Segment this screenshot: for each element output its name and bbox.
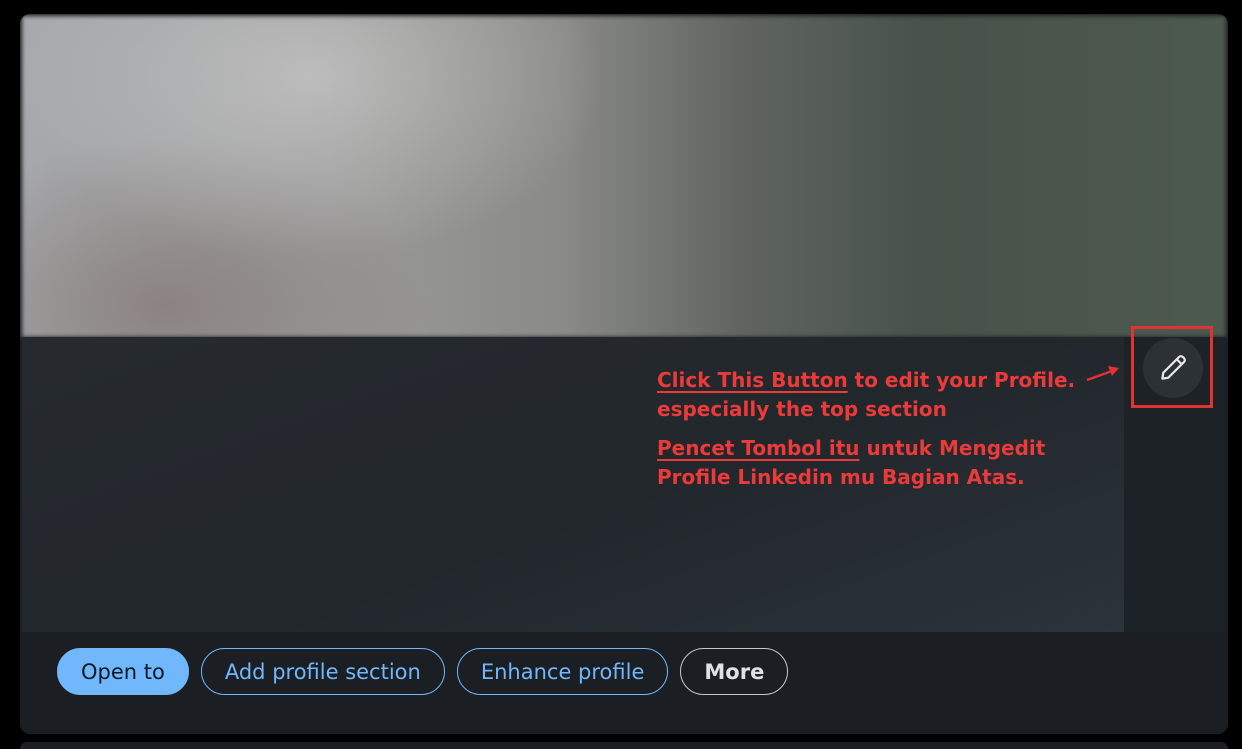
annotation-line-1: Click This Button to edit your Profile. — [657, 366, 1075, 395]
profile-top-card: Click This Button to edit your Profile. … — [20, 14, 1228, 734]
annotation-line-2: especially the top section — [657, 397, 947, 421]
next-card-edge — [20, 742, 1228, 749]
annotation-line-3: Pencet Tombol itu untuk Mengedit — [657, 434, 1045, 463]
add-profile-section-button[interactable]: Add profile section — [200, 648, 445, 695]
annotation-link-english: Click This Button — [657, 368, 848, 392]
annotation-indonesian: Pencet Tombol itu untuk Mengedit Profile… — [657, 434, 1045, 492]
annotation-highlight-box — [1131, 326, 1213, 408]
enhance-profile-button[interactable]: Enhance profile — [456, 648, 669, 695]
screen: Click This Button to edit your Profile. … — [0, 0, 1242, 749]
profile-actions: Open to Add profile section Enhance prof… — [57, 648, 789, 695]
annotation-link-indonesian: Pencet Tombol itu — [657, 436, 860, 460]
annotation-text-indonesian: untuk Mengedit — [859, 436, 1046, 460]
annotation-line-4: Profile Linkedin mu Bagian Atas. — [657, 465, 1025, 489]
more-button[interactable]: More — [680, 648, 789, 695]
open-to-button[interactable]: Open to — [57, 648, 189, 695]
annotation-arrow — [1086, 366, 1119, 382]
annotation-english: Click This Button to edit your Profile. … — [657, 366, 1075, 424]
profile-banner-image — [22, 16, 1226, 337]
annotation-text-english: to edit your Profile. — [847, 368, 1076, 392]
